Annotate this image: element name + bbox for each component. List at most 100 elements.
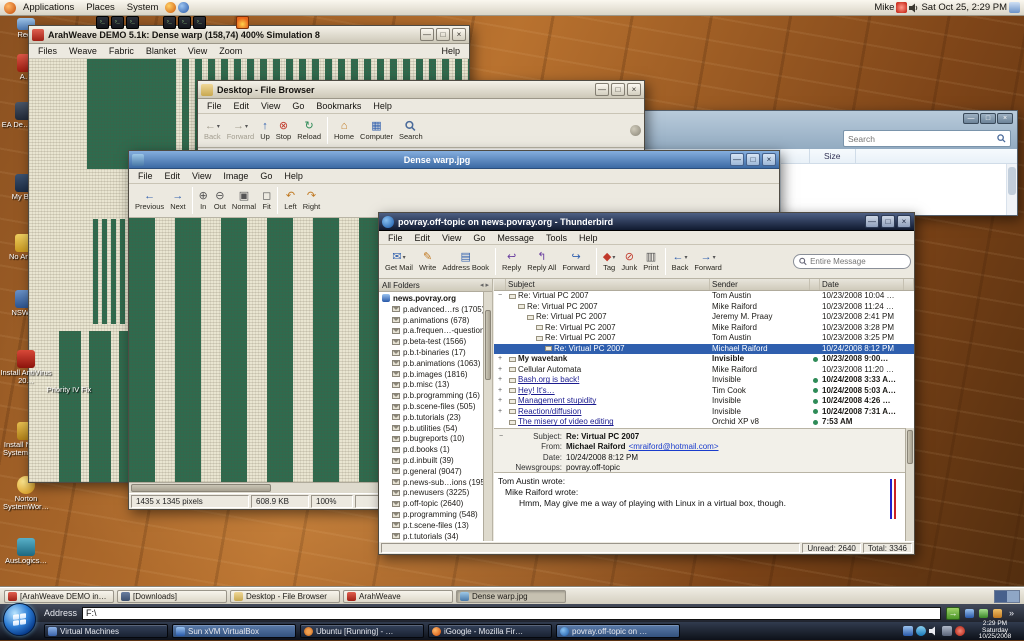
sender-column-header[interactable]: Sender [710, 279, 810, 290]
read-indicator-cell[interactable] [810, 409, 820, 414]
maximize-button[interactable]: □ [611, 83, 625, 96]
image-viewer-titlebar[interactable]: Dense warp.jpg — □ × [129, 151, 779, 169]
zoom-normal-button[interactable]: ▣ Normal [229, 189, 259, 212]
scrollbar-thumb[interactable] [907, 430, 913, 464]
folder-scrollbar[interactable] [483, 292, 492, 541]
folder-item[interactable]: p.t.tutorials (34) [379, 531, 492, 541]
firefox-launcher-icon[interactable] [165, 2, 176, 13]
folder-item[interactable]: p.a.frequen…-questions [379, 326, 492, 337]
desktop-icon-install-antivirus[interactable]: Install AntiVirus 20… [0, 350, 52, 385]
thread-twisty[interactable]: + [494, 407, 506, 417]
menu-item[interactable]: Message [491, 232, 540, 244]
taskbar-window-button[interactable]: [ArahWeave DEMO in… [4, 590, 114, 603]
menu-item[interactable]: Blanket [140, 45, 182, 57]
menu-item[interactable]: Weave [63, 45, 103, 57]
maximize-button[interactable]: □ [980, 113, 996, 124]
read-indicator-cell[interactable] [810, 420, 820, 425]
update-notifier-icon[interactable] [896, 2, 907, 13]
nav-forward-button[interactable]: →▾ Forward [691, 250, 725, 273]
scrollbar-thumb[interactable] [131, 484, 271, 492]
read-column-header[interactable] [810, 279, 820, 290]
menu-item[interactable]: File [201, 100, 228, 112]
message-search-box[interactable] [793, 254, 911, 269]
menu-item[interactable]: Go [286, 100, 310, 112]
minimize-button[interactable]: — [963, 113, 979, 124]
user-label[interactable]: Mike [874, 2, 894, 13]
distro-menu-icon[interactable] [4, 2, 16, 14]
close-button[interactable]: × [997, 113, 1013, 124]
folder-item[interactable]: p.t.scene-files (13) [379, 520, 492, 531]
message-row[interactable]: The misery of video editing Orchid XP v8… [494, 417, 914, 428]
message-body-pane[interactable]: Tom Austin wrote:Mike Raiford wrote:Hmm,… [494, 472, 914, 541]
column-picker-icon[interactable] [904, 279, 914, 290]
quicklaunch-icon[interactable] [979, 609, 988, 618]
folder-item[interactable]: p.b.scene-files (505) [379, 401, 492, 412]
close-button[interactable]: × [762, 153, 776, 166]
read-indicator-cell[interactable] [810, 294, 820, 299]
close-button[interactable]: × [627, 83, 641, 96]
terminal-launcher-icon[interactable]: ›_ [193, 16, 206, 29]
message-row[interactable]: Re: Virtual PC 2007 Michael Raiford 10/2… [494, 344, 914, 355]
subject-column-header[interactable]: Subject [506, 279, 710, 290]
back-button[interactable]: ←▾ Back [201, 119, 224, 142]
menu-item[interactable]: Edit [159, 170, 187, 182]
read-indicator-cell[interactable] [810, 346, 820, 351]
file-browser-titlebar[interactable]: Desktop - File Browser — □ × [198, 81, 644, 99]
menu-item[interactable]: View [255, 100, 286, 112]
read-indicator-cell[interactable] [810, 378, 820, 383]
menu-item[interactable]: Image [217, 170, 254, 182]
folder-item[interactable]: p.b.misc (13) [379, 380, 492, 391]
folder-item[interactable]: p.general (9047) [379, 466, 492, 477]
message-row[interactable]: + Cellular Automata Mike Raiford 10/23/2… [494, 365, 914, 376]
reply-button[interactable]: ↩ Reply [499, 250, 524, 273]
forward-button[interactable]: ↪ Forward [559, 250, 593, 273]
toolbar-overflow-chevron[interactable]: » [1007, 608, 1016, 618]
thread-twisty[interactable]: + [494, 354, 506, 364]
address-input[interactable] [82, 607, 941, 620]
account-row[interactable]: news.povray.org [379, 292, 492, 304]
panel-clock[interactable]: Sat Oct 25, 2:29 PM [921, 2, 1007, 13]
arrow-right-icon[interactable]: ▸ [485, 281, 489, 289]
folder-item[interactable]: p.bugreports (10) [379, 434, 492, 445]
junk-button[interactable]: ⊘ Junk [618, 250, 640, 273]
taskbar-app-button[interactable]: Virtual Machines [44, 624, 168, 638]
taskbar-window-button[interactable]: Dense warp.jpg [456, 590, 566, 603]
address-book-button[interactable]: ▤ Address Book [439, 250, 492, 273]
desktop-icon-priority-fix[interactable]: Priority IV Fix [36, 386, 102, 394]
menu-item[interactable]: Help [367, 100, 398, 112]
thread-column-header[interactable] [494, 279, 506, 290]
minimize-button[interactable]: — [730, 153, 744, 166]
menu-item[interactable]: Go [254, 170, 278, 182]
menu-item[interactable]: Tools [540, 232, 573, 244]
menu-item[interactable]: Help [573, 232, 604, 244]
explorer-search-box[interactable] [843, 130, 1011, 147]
menu-item[interactable]: View [436, 232, 467, 244]
read-indicator-cell[interactable] [810, 336, 820, 341]
monitor-launcher-icon[interactable]: ›_ [178, 16, 191, 29]
thread-twisty[interactable]: + [494, 375, 506, 385]
menu-item[interactable]: Bookmarks [310, 100, 367, 112]
close-button[interactable]: × [897, 215, 911, 228]
arrow-left-icon[interactable]: ◂ [480, 281, 484, 289]
minimize-button[interactable]: — [595, 83, 609, 96]
panel-menu[interactable]: Places [81, 2, 120, 13]
message-row[interactable]: + Hey! It's… Tim Cook 10/24/2008 5:03 A… [494, 386, 914, 397]
folder-item[interactable]: p.b.tutorials (23) [379, 412, 492, 423]
folder-item[interactable]: p.b.programming (16) [379, 390, 492, 401]
arahweave-titlebar[interactable]: ArahWeave DEMO 5.1k: Dense warp (158,74)… [29, 26, 469, 44]
read-indicator-cell[interactable] [810, 357, 820, 362]
menu-item[interactable]: Go [467, 232, 491, 244]
menu-item[interactable]: Fabric [103, 45, 140, 57]
help-menu[interactable]: Help [435, 45, 466, 57]
forward-button[interactable]: →▾ Forward [224, 119, 258, 142]
menu-item[interactable]: File [132, 170, 159, 182]
message-row[interactable]: Re: Virtual PC 2007 Tom Austin 10/23/200… [494, 333, 914, 344]
folder-item[interactable]: p.b.utilities (54) [379, 423, 492, 434]
folder-item[interactable]: p.newusers (3225) [379, 488, 492, 499]
taskbar-app-button[interactable]: iGoogle - Mozilla Fir… [428, 624, 552, 638]
volume-icon[interactable] [909, 3, 919, 13]
maximize-button[interactable]: □ [881, 215, 895, 228]
menu-item[interactable]: File [382, 232, 409, 244]
desktop-icon-auslogics[interactable]: AusLogics… [0, 538, 52, 565]
previous-button[interactable]: ← Previous [132, 189, 167, 212]
